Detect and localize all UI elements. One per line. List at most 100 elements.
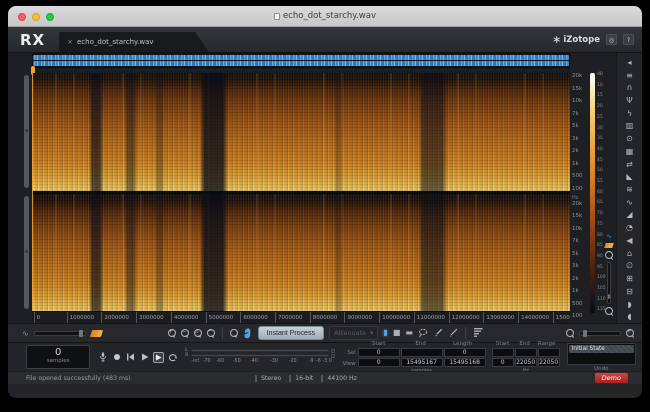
play-button[interactable] xyxy=(139,352,150,363)
freq-sel-range-field[interactable] xyxy=(538,348,560,357)
horizontal-zoom-out-icon[interactable] xyxy=(566,329,574,337)
time-ruler-tick: 0 xyxy=(34,312,41,323)
variable-time-icon[interactable]: ◖ xyxy=(617,310,642,323)
channel2-vertical-scrollbar[interactable] xyxy=(24,196,29,309)
monitor-icon[interactable]: ◂ xyxy=(617,56,642,69)
waveform-toggle-icon[interactable]: ∿ xyxy=(22,329,29,338)
meter-scale-tick: 0 xyxy=(329,359,332,364)
spectrogram-channel-right[interactable] xyxy=(32,194,570,312)
vertical-zoom-out-icon[interactable] xyxy=(605,307,613,315)
horizontal-zoom-slider[interactable] xyxy=(579,331,621,336)
vertical-zoom-slider[interactable] xyxy=(607,262,611,304)
frequency-tick: 100 xyxy=(570,314,588,320)
grab-hand-icon[interactable] xyxy=(243,328,253,339)
plugin-icon[interactable]: ⊞ xyxy=(617,272,642,285)
fade-icon[interactable]: ◢ xyxy=(617,209,642,222)
go-to-start-button[interactable] xyxy=(125,352,136,363)
view-start-field[interactable]: 0 xyxy=(358,358,400,367)
module-rail: ◂≡∩Ψϟ▥⊙▦⇄◣≋∿◢◔◀⌂∅⊞⊟◗◖ xyxy=(616,53,642,323)
tab-close-icon[interactable]: × xyxy=(67,38,73,46)
sel-end-field[interactable] xyxy=(401,348,443,357)
channel1-vertical-scrollbar[interactable] xyxy=(24,75,29,188)
ambience-match-icon[interactable]: ⌂ xyxy=(617,247,642,260)
de-click-icon[interactable]: ∩ xyxy=(617,81,642,94)
signal-generator-icon[interactable]: ◗ xyxy=(617,298,642,311)
spectrum-analyzer-icon[interactable] xyxy=(473,328,483,338)
spectrogram-channel-left[interactable] xyxy=(32,73,570,191)
eq-icon[interactable]: ∿ xyxy=(617,196,642,209)
de-noise-icon[interactable]: ▦ xyxy=(617,145,642,158)
format-item[interactable]: 16-bit xyxy=(289,375,313,382)
freq-view-end-field[interactable]: 22050 xyxy=(515,358,537,367)
gain-icon[interactable]: ◔ xyxy=(617,221,642,234)
time-frequency-selection-tool[interactable]: ■ xyxy=(393,329,401,337)
zoom-in-icon[interactable]: + xyxy=(168,329,176,337)
lasso-selection-tool[interactable] xyxy=(418,328,428,338)
module-list-icon[interactable]: ≡ xyxy=(617,69,642,82)
brush-selection-tool[interactable] xyxy=(433,328,443,338)
loop-button[interactable] xyxy=(167,352,178,363)
preferences-button[interactable]: ◎ xyxy=(606,34,617,45)
frequency-tick: 3k xyxy=(570,137,588,143)
spectrogram-toggle-icon[interactable] xyxy=(90,330,103,337)
frequency-selection-tool[interactable]: ▬ xyxy=(405,329,413,337)
db-tick: 70 xyxy=(597,212,616,217)
status-bar: File opened successfully (483 ms) Stereo… xyxy=(8,371,642,384)
dialogue-isolate-icon[interactable]: ≋ xyxy=(617,183,642,196)
file-tab[interactable]: × echo_dot_starchy.wav xyxy=(59,32,209,52)
waveform-spectrogram-blend-slider[interactable] xyxy=(34,331,86,336)
view-length-field[interactable]: 15495168 xyxy=(444,358,486,367)
sel-length-field[interactable]: 0 xyxy=(444,348,486,357)
record-button[interactable] xyxy=(111,352,122,363)
de-clip-icon[interactable]: Ψ xyxy=(617,94,642,107)
de-plosive-icon[interactable]: ⇄ xyxy=(617,158,642,171)
freq-sel-start-field[interactable] xyxy=(492,348,514,357)
frequency-tick: 1k xyxy=(570,289,588,295)
window-title: echo_dot_starchy.wav xyxy=(274,11,376,21)
pen-tool[interactable] xyxy=(448,328,458,338)
undo-history-list[interactable]: Initial State xyxy=(567,343,636,365)
time-selection-tool[interactable]: ▮ xyxy=(383,329,387,337)
de-reverb-icon[interactable]: ◣ xyxy=(617,170,642,183)
time-ruler-tick: 3000000 xyxy=(136,312,164,323)
time-ruler[interactable]: 0100000020000003000000400000050000006000… xyxy=(32,311,570,323)
format-item[interactable]: Stereo xyxy=(255,375,281,382)
meter-left-clip-indicator[interactable] xyxy=(331,349,335,353)
zoom-selection-icon[interactable]: ▫ xyxy=(194,329,202,337)
frequency-tick: 2k xyxy=(570,149,588,155)
record-monitor-mic-button[interactable] xyxy=(97,352,108,363)
vertical-zoom-in-icon[interactable] xyxy=(605,251,613,259)
loudness-icon[interactable]: ◀ xyxy=(617,234,642,247)
spectrogram-view-icon[interactable] xyxy=(604,243,614,248)
minimize-window-button[interactable] xyxy=(32,13,40,21)
zoom-window-button[interactable] xyxy=(46,13,54,21)
freq-view-start-field[interactable]: 0 xyxy=(492,358,514,367)
de-ess-icon[interactable]: ▥ xyxy=(617,120,642,133)
close-window-button[interactable] xyxy=(18,13,26,21)
view-end-field[interactable]: 15495167 xyxy=(401,358,443,367)
resample-icon[interactable]: ⊟ xyxy=(617,285,642,298)
format-item[interactable]: 44100 Hz xyxy=(321,375,357,382)
de-crackle-icon[interactable]: ϟ xyxy=(617,107,642,120)
process-dropdown[interactable]: Attenuate ▾ xyxy=(329,326,378,340)
waveform-overview[interactable] xyxy=(32,53,570,68)
db-legend: dB10152025303540455055606570758085909510… xyxy=(588,53,616,323)
freq-sel-end-field[interactable] xyxy=(515,348,537,357)
zoom-time-icon[interactable]: ⌐ xyxy=(207,329,215,337)
horizontal-zoom-in-icon[interactable]: + xyxy=(626,329,634,337)
instant-process-button[interactable]: Instant Process xyxy=(258,326,324,340)
magnify-tool-icon[interactable] xyxy=(230,329,238,337)
play-selection-button[interactable] xyxy=(153,352,164,363)
undo-history-item[interactable]: Initial State xyxy=(569,345,634,353)
waveform-view-icon[interactable]: ∿ xyxy=(606,234,611,240)
de-hum-icon[interactable]: ⊙ xyxy=(617,132,642,145)
zoom-out-icon[interactable]: − xyxy=(181,329,189,337)
meter-right-clip-indicator[interactable] xyxy=(331,354,335,358)
spectrogram-channels[interactable] xyxy=(32,73,570,311)
meter-scale-tick: -20 xyxy=(289,359,297,364)
freq-view-range-field[interactable]: 22050 xyxy=(538,358,560,367)
sel-start-field[interactable]: 0 xyxy=(358,348,400,357)
frequency-tick: 1k xyxy=(570,162,588,168)
help-button[interactable]: ? xyxy=(623,34,634,45)
phase-icon[interactable]: ∅ xyxy=(617,260,642,273)
